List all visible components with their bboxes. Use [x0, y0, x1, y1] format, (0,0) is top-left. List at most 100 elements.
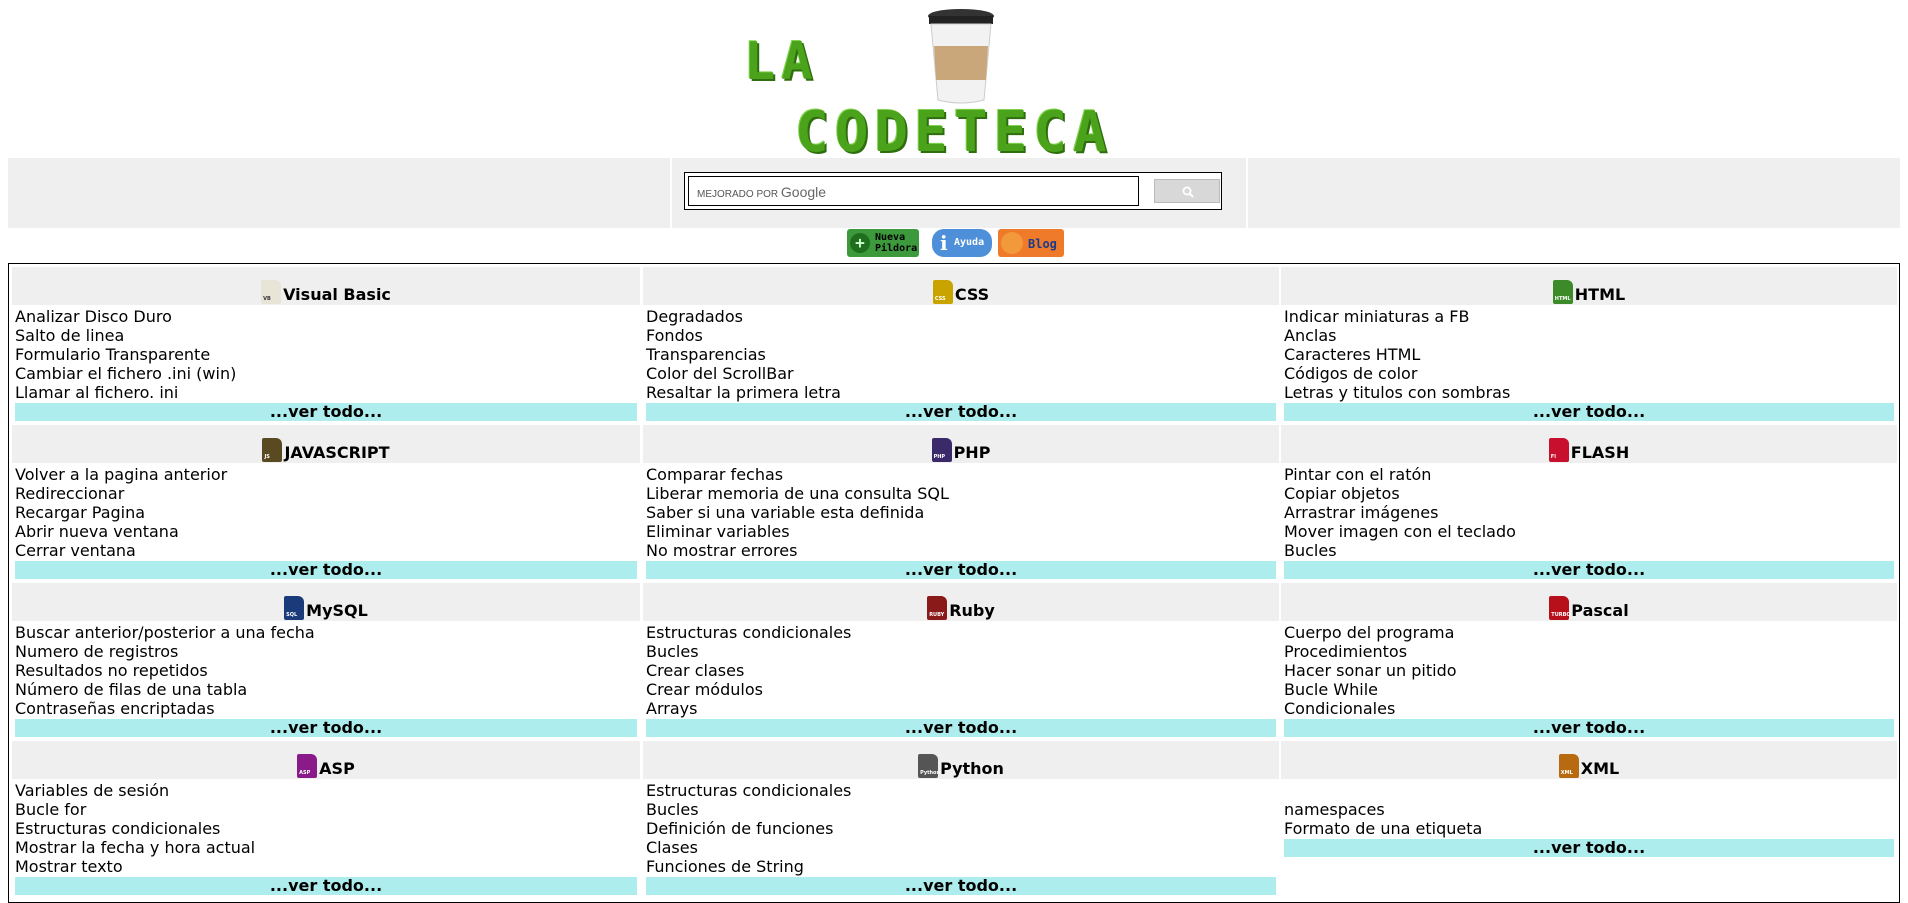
category-item-link[interactable]: Resaltar la primera letra [646, 383, 1279, 402]
category-item-link[interactable]: Llamar al fichero. ini [15, 383, 640, 402]
category-item-link[interactable]: Bucle While [1284, 680, 1897, 699]
category-title: Visual Basic [283, 285, 391, 304]
category-visual-basic: VB Visual Basic Analizar Disco Duro Salto d… [12, 267, 640, 425]
new-pill-button[interactable]: + Nueva Pildora [847, 229, 919, 257]
category-item-link[interactable]: Contraseñas encriptadas [15, 699, 640, 718]
category-grid: VB Visual Basic Analizar Disco Duro Salto d… [8, 263, 1900, 903]
see-all-link[interactable]: ...ver todo... [1284, 561, 1894, 579]
category-item-link[interactable]: No mostrar errores [646, 541, 1279, 560]
help-button[interactable]: i Ayuda [932, 229, 992, 257]
category-item-link[interactable]: Mover imagen con el teclado [1284, 522, 1897, 541]
category-header[interactable]: CSS CSS [643, 267, 1279, 305]
search-button[interactable] [1154, 179, 1220, 203]
see-all-link[interactable]: ...ver todo... [646, 877, 1276, 895]
category-item-link[interactable]: Copiar objetos [1284, 484, 1897, 503]
see-all-link[interactable]: ...ver todo... [646, 719, 1276, 737]
category-item-link[interactable]: Liberar memoria de una consulta SQL [646, 484, 1279, 503]
category-item-link[interactable]: Color del ScrollBar [646, 364, 1279, 383]
category-item-link[interactable]: Bucles [1284, 541, 1897, 560]
category-header[interactable]: RUBY Ruby [643, 583, 1279, 621]
search-input[interactable]: MEJORADO POR Google [688, 176, 1139, 206]
plus-icon: + [850, 233, 870, 253]
category-item-link [1284, 781, 1897, 800]
category-item-link[interactable]: Estructuras condicionales [15, 819, 640, 838]
category-item-link[interactable]: Arrastrar imágenes [1284, 503, 1897, 522]
category-item-link[interactable]: Cambiar el fichero .ini (win) [15, 364, 640, 383]
category-item-link[interactable]: Hacer sonar un pitido [1284, 661, 1897, 680]
category-title: ASP [319, 759, 355, 778]
category-item-link[interactable]: Estructuras condicionales [646, 623, 1279, 642]
see-all-link[interactable]: ...ver todo... [15, 877, 637, 895]
search-icon [1182, 186, 1194, 198]
category-item-link[interactable]: Mostrar la fecha y hora actual [15, 838, 640, 857]
category-item-link[interactable]: Recargar Pagina [15, 503, 640, 522]
category-item-link[interactable]: Eliminar variables [646, 522, 1279, 541]
category-item-link[interactable]: Número de filas de una tabla [15, 680, 640, 699]
category-item-link[interactable]: Degradados [646, 307, 1279, 326]
category-header[interactable]: VB Visual Basic [12, 267, 640, 305]
see-all-link[interactable]: ...ver todo... [15, 561, 637, 579]
category-item-link[interactable]: Caracteres HTML [1284, 345, 1897, 364]
info-icon: i [940, 231, 948, 255]
category-item-link[interactable]: Formulario Transparente [15, 345, 640, 364]
category-item-link[interactable]: Arrays [646, 699, 1279, 718]
site-logo[interactable]: LA CODETECA [740, 8, 1110, 165]
category-item-link[interactable]: Formato de una etiqueta [1284, 819, 1897, 838]
category-item-link[interactable]: Resultados no repetidos [15, 661, 640, 680]
category-item-link[interactable]: Pintar con el ratón [1284, 465, 1897, 484]
category-item-link[interactable]: Transparencias [646, 345, 1279, 364]
see-all-link[interactable]: ...ver todo... [15, 403, 637, 421]
category-item-link[interactable]: Bucles [646, 642, 1279, 661]
category-item-link[interactable]: Códigos de color [1284, 364, 1897, 383]
category-item-link[interactable]: Volver a la pagina anterior [15, 465, 640, 484]
category-item-link[interactable]: Redireccionar [15, 484, 640, 503]
category-item-link[interactable]: Variables de sesión [15, 781, 640, 800]
category-item-link[interactable]: Cuerpo del programa [1284, 623, 1897, 642]
category-item-link[interactable]: Letras y titulos con sombras [1284, 383, 1897, 402]
blog-button[interactable]: Blog [998, 229, 1064, 257]
category-item-link[interactable]: Definición de funciones [646, 819, 1279, 838]
category-item-link[interactable]: Comparar fechas [646, 465, 1279, 484]
category-item-link[interactable]: Analizar Disco Duro [15, 307, 640, 326]
see-all-link[interactable]: ...ver todo... [15, 719, 637, 737]
category-item-link[interactable]: Condicionales [1284, 699, 1897, 718]
category-items: Cuerpo del programa Procedimientos Hacer s… [1284, 623, 1897, 718]
category-item-link[interactable]: Mostrar texto [15, 857, 640, 876]
see-all-link[interactable]: ...ver todo... [1284, 839, 1894, 857]
category-item-link[interactable]: Salto de linea [15, 326, 640, 345]
category-header[interactable]: TURBO Pascal [1281, 583, 1897, 621]
category-item-link[interactable]: namespaces [1284, 800, 1897, 819]
see-all-link[interactable]: ...ver todo... [646, 403, 1276, 421]
category-item-link[interactable]: Bucles [646, 800, 1279, 819]
category-item-link[interactable]: Saber si una variable esta definida [646, 503, 1279, 522]
category-asp: ASP ASP Variables de sesión Bucle for Estruc… [12, 741, 640, 899]
category-item-link[interactable]: Numero de registros [15, 642, 640, 661]
category-item-link[interactable]: Funciones de String [646, 857, 1279, 876]
category-header[interactable]: XML XML [1281, 741, 1897, 779]
category-header[interactable]: JS JAVASCRIPT [12, 425, 640, 463]
category-item-link[interactable]: Buscar anterior/posterior a una fecha [15, 623, 640, 642]
category-header[interactable]: Fl FLASH [1281, 425, 1897, 463]
category-item-link[interactable]: Clases [646, 838, 1279, 857]
category-header[interactable]: HTML HTML [1281, 267, 1897, 305]
see-all-link[interactable]: ...ver todo... [646, 561, 1276, 579]
category-item-link[interactable]: Crear clases [646, 661, 1279, 680]
category-header[interactable]: SQL MySQL [12, 583, 640, 621]
category-item-link[interactable]: Bucle for [15, 800, 640, 819]
category-item-link[interactable]: Indicar miniaturas a FB [1284, 307, 1897, 326]
category-item-link[interactable]: Estructuras condicionales [646, 781, 1279, 800]
category-item-link[interactable]: Abrir nueva ventana [15, 522, 640, 541]
category-item-link[interactable]: Crear módulos [646, 680, 1279, 699]
category-item-link[interactable]: Procedimientos [1284, 642, 1897, 661]
category-header[interactable]: Python Python [643, 741, 1279, 779]
see-all-link[interactable]: ...ver todo... [1284, 403, 1894, 421]
category-item-link[interactable]: Anclas [1284, 326, 1897, 345]
category-header[interactable]: ASP ASP [12, 741, 640, 779]
css-file-icon: CSS [932, 280, 953, 304]
javascript-file-icon: JS [262, 438, 283, 462]
category-item-link[interactable]: Cerrar ventana [15, 541, 640, 560]
category-header[interactable]: PHP PHP [643, 425, 1279, 463]
help-label: Ayuda [954, 237, 985, 248]
category-item-link[interactable]: Fondos [646, 326, 1279, 345]
see-all-link[interactable]: ...ver todo... [1284, 719, 1894, 737]
